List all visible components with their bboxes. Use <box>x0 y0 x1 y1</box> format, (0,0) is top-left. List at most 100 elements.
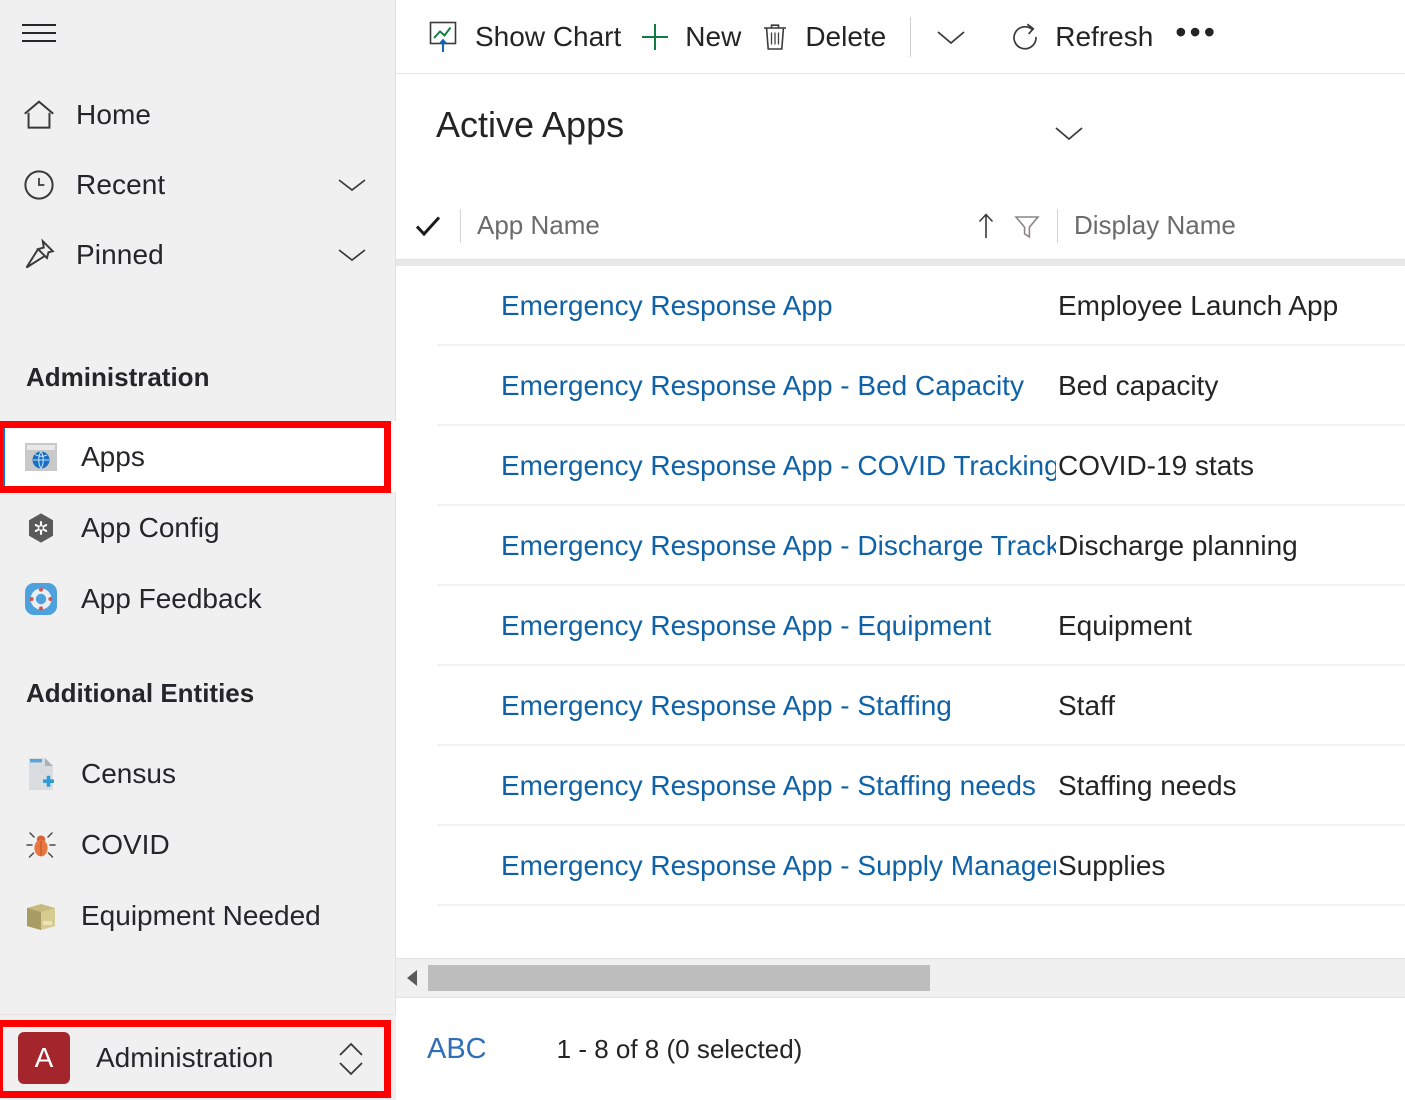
cell-display-name: Staffing needs <box>1056 746 1405 826</box>
cell-display-name: Equipment <box>1056 586 1405 666</box>
page-title: Active Apps <box>436 104 625 145</box>
chevron-up-down-icon[interactable] <box>336 1038 366 1078</box>
globe-window-icon <box>22 438 60 476</box>
column-header-display-name[interactable]: Display Name <box>1058 192 1388 259</box>
delete-label: Delete <box>805 20 887 52</box>
cell-app-name: Emergency Response App <box>396 266 1056 346</box>
grid-body: Emergency Response App Employee Launch A… <box>396 266 1405 906</box>
view-header: Active Apps <box>396 74 1405 192</box>
filter-icon[interactable] <box>1013 211 1041 241</box>
area-switcher-label: Administration <box>96 1041 274 1073</box>
grid-header: App Name Display Name <box>396 192 1405 260</box>
refresh-button[interactable]: Refresh <box>999 9 1161 65</box>
app-name-link[interactable]: Emergency Response App - Equipment <box>501 610 991 642</box>
app-root: Home Recent Pinned Administration Apps A… <box>0 0 1405 1100</box>
table-row[interactable]: Emergency Response App - COVID Tracking … <box>396 426 1405 506</box>
sort-asc-icon[interactable] <box>975 210 997 242</box>
scroll-left-arrow-icon[interactable] <box>396 959 428 997</box>
command-bar-separator <box>910 16 912 57</box>
app-name-link[interactable]: Emergency Response App - Discharge Track… <box>501 530 1056 562</box>
display-name-text: Equipment <box>1058 610 1192 641</box>
show-chart-label: Show Chart <box>475 20 622 52</box>
record-count-text: 1 - 8 of 8 (0 selected) <box>556 1033 803 1064</box>
trash-icon <box>757 19 793 55</box>
cell-display-name: Discharge planning <box>1056 506 1405 586</box>
cell-app-name: Emergency Response App - Staffing <box>396 666 1056 746</box>
cell-display-name: COVID-19 stats <box>1056 426 1405 506</box>
app-name-link[interactable]: Emergency Response App - Staffing needs <box>501 770 1036 802</box>
app-name-link[interactable]: Emergency Response App - COVID Tracking <box>501 450 1056 482</box>
cell-display-name: Staff <box>1056 666 1405 746</box>
display-name-text: Staffing needs <box>1058 770 1237 801</box>
sidebar-primary-nav: Home Recent Pinned <box>0 80 396 290</box>
app-name-link[interactable]: Emergency Response App - Bed Capacity <box>501 370 1024 402</box>
more-commands-button[interactable]: ••• <box>1161 16 1232 48</box>
page-plus-icon <box>22 755 60 793</box>
alpha-index-link[interactable]: ABC <box>427 1033 487 1066</box>
table-row[interactable]: Emergency Response App - Supply Manageme… <box>396 826 1405 906</box>
cell-display-name: Bed capacity <box>1056 346 1405 426</box>
sidebar-group-administration: Apps App Config App Feedback <box>0 421 396 634</box>
sidebar-group-heading-administration: Administration <box>26 362 210 392</box>
app-name-link[interactable]: Emergency Response App - Staffing <box>501 690 952 722</box>
hex-gear-icon <box>22 509 60 547</box>
sidebar-item-covid[interactable]: COVID <box>0 809 396 880</box>
refresh-label: Refresh <box>1055 20 1154 52</box>
show-chart-icon <box>427 19 463 55</box>
show-chart-button[interactable]: Show Chart <box>419 9 629 65</box>
overflow-chevron-button[interactable] <box>925 9 977 65</box>
cell-app-name: Emergency Response App - Supply Manageme… <box>396 826 1056 906</box>
table-row[interactable]: Emergency Response App Employee Launch A… <box>396 266 1405 346</box>
cell-app-name: Emergency Response App - COVID Tracking <box>396 426 1056 506</box>
new-label: New <box>685 20 742 52</box>
table-row[interactable]: Emergency Response App - Bed Capacity Be… <box>396 346 1405 426</box>
sidebar-item-app-feedback[interactable]: App Feedback <box>0 563 396 634</box>
clock-icon <box>20 166 64 204</box>
new-button[interactable]: New <box>629 9 749 65</box>
chevron-down-icon[interactable] <box>336 175 368 195</box>
lifebuoy-icon <box>22 580 60 618</box>
app-name-link[interactable]: Emergency Response App <box>501 290 833 322</box>
hamburger-bar <box>22 24 56 26</box>
sidebar-item-label: COVID <box>81 828 170 860</box>
sidebar-item-label: Apps <box>81 440 145 472</box>
table-row[interactable]: Emergency Response App - Equipment Equip… <box>396 586 1405 666</box>
sidebar-item-recent[interactable]: Recent <box>0 150 396 220</box>
hamburger-bar <box>22 32 56 34</box>
cell-app-name: Emergency Response App - Equipment <box>396 586 1056 666</box>
chevron-down-icon <box>933 19 969 55</box>
horizontal-scrollbar[interactable] <box>396 958 1405 998</box>
hamburger-icon[interactable] <box>22 20 56 46</box>
select-all-checkbox[interactable] <box>396 213 460 239</box>
cell-display-name: Supplies <box>1056 826 1405 906</box>
chevron-down-icon[interactable] <box>336 245 368 265</box>
sidebar: Home Recent Pinned Administration Apps A… <box>0 0 396 1100</box>
sidebar-item-census[interactable]: Census <box>0 738 396 809</box>
cell-app-name: Emergency Response App - Discharge Track… <box>396 506 1056 586</box>
sidebar-item-pinned[interactable]: Pinned <box>0 220 396 290</box>
sidebar-item-app-config[interactable]: App Config <box>0 492 396 563</box>
hamburger-bar <box>22 40 56 42</box>
display-name-text: Supplies <box>1058 850 1166 881</box>
display-name-text: Bed capacity <box>1058 370 1219 401</box>
column-header-label: App Name <box>477 210 600 240</box>
table-row[interactable]: Emergency Response App - Discharge Track… <box>396 506 1405 586</box>
column-header-app-name[interactable]: App Name <box>461 192 1057 259</box>
main-content: Show Chart New Delete Refresh ••• Active… <box>396 0 1405 1100</box>
pin-icon <box>20 236 64 274</box>
display-name-text: Employee Launch App <box>1058 290 1339 321</box>
table-row[interactable]: Emergency Response App - Staffing Staff <box>396 666 1405 746</box>
area-badge: A <box>18 1031 70 1084</box>
scrollbar-thumb[interactable] <box>428 965 930 991</box>
sidebar-item-equipment-needed[interactable]: Equipment Needed <box>0 880 396 951</box>
app-name-link[interactable]: Emergency Response App - Supply Manageme… <box>501 850 1056 882</box>
area-switcher[interactable]: A Administration <box>0 1014 396 1100</box>
delete-button[interactable]: Delete <box>749 9 894 65</box>
cell-app-name: Emergency Response App - Staffing needs <box>396 746 1056 826</box>
view-selector-chevron-down-icon[interactable] <box>1052 122 1086 144</box>
sidebar-item-home[interactable]: Home <box>0 80 396 150</box>
sidebar-item-apps[interactable]: Apps <box>0 421 396 492</box>
display-name-text: Staff <box>1058 690 1116 721</box>
plus-icon <box>637 19 673 55</box>
table-row[interactable]: Emergency Response App - Staffing needs … <box>396 746 1405 826</box>
